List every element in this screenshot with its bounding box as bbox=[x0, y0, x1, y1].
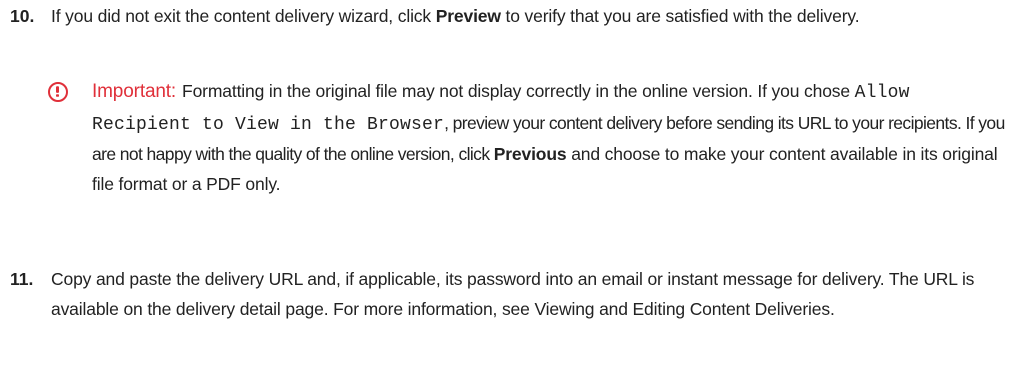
step-number: 10. bbox=[10, 6, 35, 26]
exclamation-circle-icon bbox=[48, 82, 68, 102]
step-text-part: to verify that you are satisfied with th… bbox=[500, 6, 860, 26]
previous-label: Previous bbox=[493, 144, 567, 164]
step-number: 11. bbox=[10, 269, 34, 289]
step-10: 10. If you did not exit the content deli… bbox=[10, 2, 1016, 32]
callout-text-part: Formatting in the original file may not … bbox=[182, 81, 855, 101]
document-page: { "steps": [ { "number": "10.", "parts":… bbox=[0, 0, 1026, 391]
step-text: If you did not exit the content delivery… bbox=[51, 2, 1016, 32]
callout-label: Important: bbox=[92, 81, 177, 102]
callout-text: Important: Formatting in the original fil… bbox=[92, 77, 1018, 199]
important-callout: Important: Formatting in the original fil… bbox=[48, 77, 1018, 199]
step-text: Copy and paste the delivery URL and, if … bbox=[51, 269, 975, 319]
preview-label: Preview bbox=[435, 6, 501, 26]
step-11: 11. Copy and paste the delivery URL and,… bbox=[10, 265, 1016, 324]
step-text-part: If you did not exit the content delivery… bbox=[51, 6, 436, 26]
